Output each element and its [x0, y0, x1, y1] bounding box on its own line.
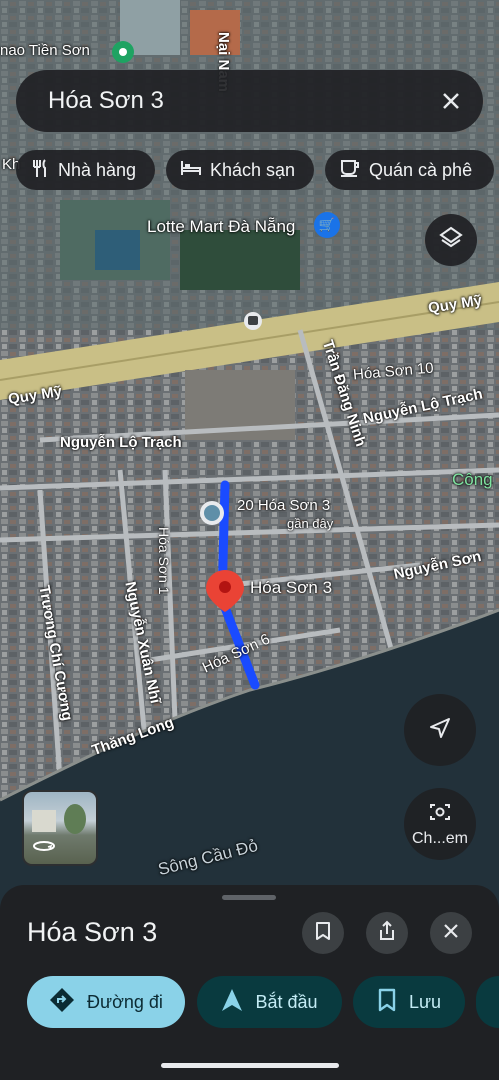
street-view-thumbnail[interactable] — [22, 790, 98, 866]
map-label-hoa-son-3: Hóa Sơn 3 — [250, 578, 333, 597]
search-bar[interactable]: Hóa Sơn 3 — [16, 70, 483, 132]
camera-label: Ch...em — [411, 829, 468, 847]
close-icon[interactable] — [439, 89, 463, 113]
camera-search-button[interactable]: Ch...em — [404, 788, 476, 860]
save-button[interactable]: Lưu — [353, 976, 465, 1028]
cart-icon[interactable]: 🛒 — [318, 216, 336, 234]
bookmark-icon — [377, 988, 397, 1017]
coffee-icon — [339, 158, 361, 183]
drag-handle[interactable] — [222, 895, 276, 900]
restaurant-icon — [30, 158, 50, 183]
save-label: Lưu — [408, 991, 442, 1012]
street-view-360-icon — [32, 839, 56, 858]
map-label-nearby: gần đây — [287, 516, 334, 531]
navigation-start-icon — [221, 988, 243, 1017]
map-label-cong: Công — [452, 470, 493, 489]
map-label-address[interactable]: 20 Hóa Sơn 3 — [237, 497, 330, 514]
close-icon — [442, 922, 460, 945]
search-query[interactable]: Hóa Sơn 3 — [48, 87, 164, 115]
bookmark-icon — [314, 921, 332, 946]
map-label-nguyen-lo-trach-left: Nguyễn Lộ Trạch — [60, 434, 182, 451]
camera-icon — [428, 801, 452, 828]
layers-button[interactable] — [425, 214, 477, 266]
hotel-icon — [180, 159, 202, 182]
map-label-hoa-son-1: Hóa Sơn 1 — [156, 527, 172, 595]
start-label: Bắt đầu — [255, 991, 318, 1012]
chip-label: Khách sạn — [210, 159, 296, 180]
chip-label: Nhà hàng — [58, 159, 137, 180]
map-label-poi[interactable]: nao Tiền Sơn — [0, 42, 90, 59]
layers-icon — [438, 225, 464, 256]
directions-button[interactable]: Đường đi — [27, 976, 185, 1028]
start-button[interactable]: Bắt đầu — [197, 976, 342, 1028]
share-button[interactable] — [366, 912, 408, 954]
chip-coffee[interactable]: Quán cà phê — [325, 150, 494, 190]
home-indicator — [161, 1063, 339, 1068]
bookmark-button[interactable] — [302, 912, 344, 954]
my-location-button[interactable] — [404, 694, 476, 766]
chip-hotels[interactable]: Khách sạn — [166, 150, 314, 190]
directions-icon — [49, 987, 75, 1018]
more-actions-button[interactable] — [476, 976, 499, 1028]
place-bottom-sheet[interactable]: Hóa Sơn 3 Đường đi Bắt đầu Lưu — [0, 885, 499, 1080]
navigation-arrow-icon — [428, 716, 452, 745]
map-label-lotte-mart[interactable]: Lotte Mart Đà Nẵng — [147, 217, 295, 237]
share-icon — [377, 920, 397, 947]
directions-label: Đường đi — [87, 991, 163, 1012]
close-sheet-button[interactable] — [430, 912, 472, 954]
place-title: Hóa Sơn 3 — [27, 917, 158, 947]
chip-label: Quán cà phê — [369, 159, 473, 180]
chip-restaurants[interactable]: Nhà hàng — [16, 150, 155, 190]
